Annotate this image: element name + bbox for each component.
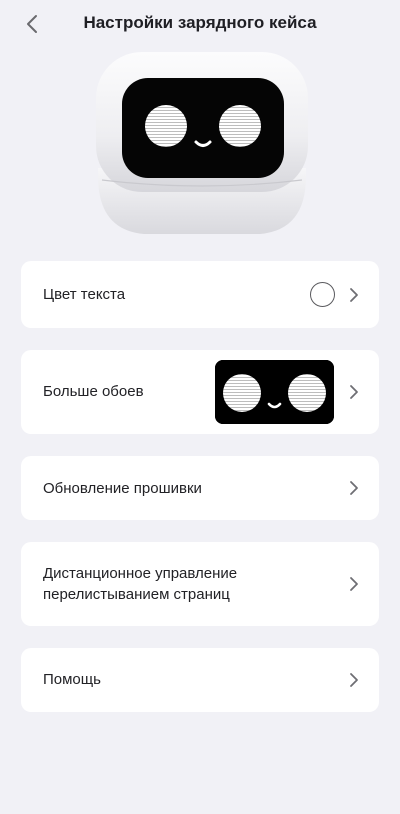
color-swatch[interactable] [310, 282, 335, 307]
wallpaper-right-eye [288, 374, 326, 412]
chevron-right-icon [347, 575, 361, 593]
charging-case-illustration [92, 48, 312, 238]
top-bar: Настройки зарядного кейса [0, 0, 400, 48]
firmware-update-row[interactable]: Обновление прошивки [21, 456, 379, 520]
wallpaper-left-eye [223, 374, 261, 412]
chevron-right-icon [347, 479, 361, 497]
chevron-right-icon [347, 383, 361, 401]
firmware-update-label: Обновление прошивки [43, 480, 202, 497]
wallpaper-preview[interactable] [215, 360, 334, 424]
robot-case-image [96, 52, 308, 234]
left-eye [145, 105, 187, 147]
page-title: Настройки зарядного кейса [83, 13, 317, 32]
chevron-right-icon [347, 671, 361, 689]
more-wallpapers-label: Больше обоев [43, 383, 144, 400]
text-color-row[interactable]: Цвет текста [21, 261, 379, 328]
remote-page-control-label: Дистанционное управление перелистыванием… [43, 565, 238, 603]
right-eye [219, 105, 261, 147]
help-row[interactable]: Помощь [21, 648, 379, 712]
chevron-right-icon [347, 286, 361, 304]
remote-page-control-row[interactable]: Дистанционное управление перелистыванием… [21, 542, 379, 626]
help-label: Помощь [43, 671, 101, 688]
charging-case-settings-screen: Настройки зарядного кейса Цвет текста Бо… [0, 0, 400, 814]
more-wallpapers-row[interactable]: Больше обоев [21, 350, 379, 434]
text-color-label: Цвет текста [43, 286, 126, 303]
